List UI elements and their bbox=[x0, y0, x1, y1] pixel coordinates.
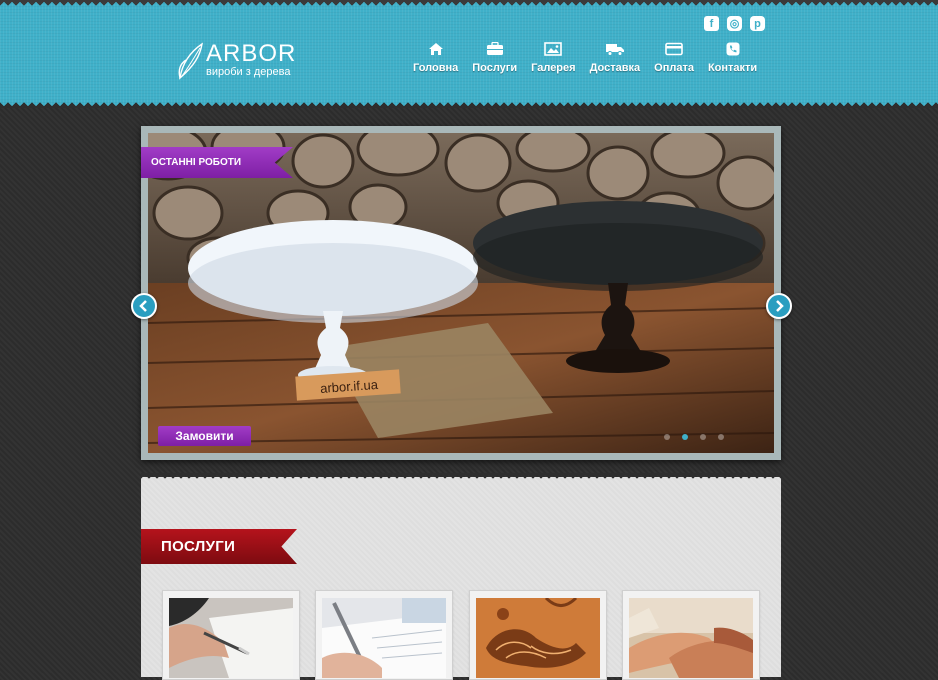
credit-card-icon bbox=[665, 42, 683, 56]
slider-next-button[interactable] bbox=[766, 293, 792, 319]
truck-icon bbox=[605, 44, 624, 56]
writing-pen-photo bbox=[322, 598, 446, 678]
wood-carving-photo bbox=[476, 598, 600, 678]
slider-dot-4[interactable] bbox=[718, 434, 724, 440]
chevron-right-icon bbox=[776, 300, 784, 312]
nav-item-services[interactable]: Послуги bbox=[465, 42, 524, 74]
panel-top-edge bbox=[141, 473, 781, 481]
logo-tagline: вироби з дерева bbox=[206, 66, 291, 78]
header-bottom-edge bbox=[0, 100, 938, 108]
service-card-4[interactable] bbox=[622, 590, 760, 680]
service-card-2[interactable] bbox=[315, 590, 453, 680]
nav-item-payment[interactable]: Оплата bbox=[647, 42, 701, 74]
recent-works-ribbon: ОСТАННІ РОБОТИ bbox=[141, 147, 293, 178]
nav-label: Галерея bbox=[531, 62, 576, 74]
pinterest-icon[interactable]: p bbox=[750, 16, 765, 31]
nav-item-home[interactable]: Головна bbox=[406, 42, 465, 74]
main-nav: Головна Послуги Галерея Доставка Оплата … bbox=[406, 42, 764, 74]
nav-label: Оплата bbox=[654, 62, 694, 74]
nav-label: Контакти bbox=[707, 62, 758, 74]
briefcase-icon bbox=[486, 42, 503, 55]
signing-document-photo bbox=[169, 598, 293, 678]
slider-dot-2[interactable] bbox=[682, 434, 688, 440]
slide-photo[interactable]: arbor.if.ua bbox=[148, 133, 774, 453]
nav-item-gallery[interactable]: Галерея bbox=[524, 42, 582, 74]
chevron-left-icon bbox=[139, 300, 147, 312]
services-title: ПОСЛУГИ bbox=[141, 529, 297, 564]
nav-label: Послуги bbox=[472, 62, 518, 74]
home-icon bbox=[428, 43, 443, 55]
order-button[interactable]: Замовити bbox=[158, 426, 251, 446]
header-top-edge bbox=[0, 0, 938, 8]
slider-prev-button[interactable] bbox=[131, 293, 157, 319]
service-card-1[interactable] bbox=[162, 590, 300, 680]
handshake-photo bbox=[629, 598, 753, 678]
social-links: f ◎ p bbox=[704, 16, 765, 31]
site-header: f ◎ p ARBOR вироби з дерева Головна Посл… bbox=[0, 0, 938, 108]
service-card-3[interactable] bbox=[469, 590, 607, 680]
slider-dot-3[interactable] bbox=[700, 434, 706, 440]
nav-item-delivery[interactable]: Доставка bbox=[583, 42, 648, 74]
slider-dots bbox=[664, 434, 724, 440]
slider-dot-1[interactable] bbox=[664, 434, 670, 440]
cake-stands-photo: arbor.if.ua bbox=[148, 133, 774, 453]
nav-item-contacts[interactable]: Контакти bbox=[701, 42, 764, 74]
image-icon bbox=[544, 42, 563, 56]
leaf-logo-icon bbox=[178, 42, 203, 80]
nav-label: Головна bbox=[413, 62, 459, 74]
instagram-icon[interactable]: ◎ bbox=[727, 16, 742, 31]
logo-brand: ARBOR bbox=[206, 40, 297, 67]
nav-label: Доставка bbox=[589, 62, 641, 74]
phone-icon bbox=[726, 42, 740, 56]
facebook-icon[interactable]: f bbox=[704, 16, 719, 31]
